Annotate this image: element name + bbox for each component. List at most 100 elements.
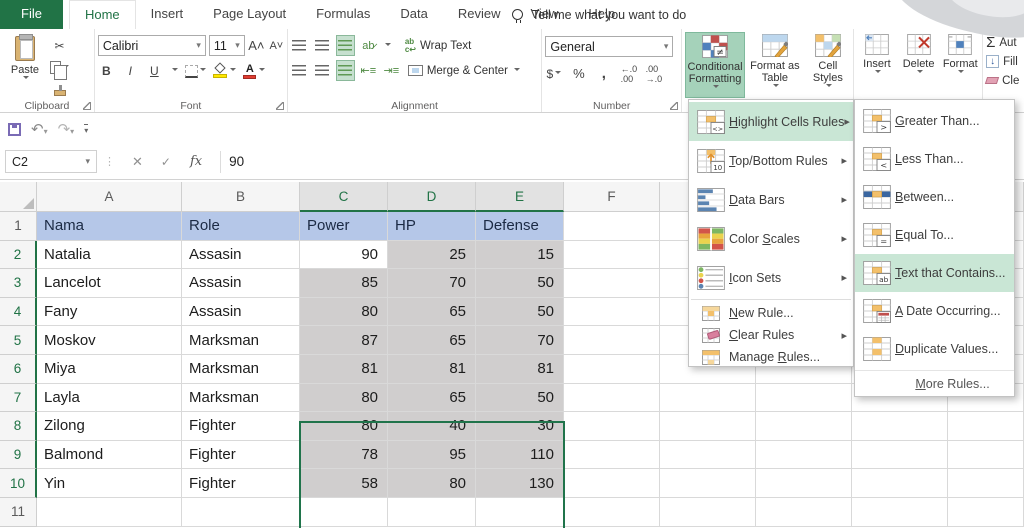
customize-qat-button[interactable]: ▾: [84, 123, 89, 135]
format-painter-button[interactable]: [50, 80, 69, 99]
row-header-4[interactable]: 4: [0, 297, 37, 327]
cell-J9[interactable]: [948, 440, 1024, 470]
row-header-6[interactable]: 6: [0, 354, 37, 384]
menu-item-less-than[interactable]: < Less Than...: [855, 140, 1014, 178]
align-right-button[interactable]: [335, 60, 355, 81]
cell-E2[interactable]: 15: [476, 240, 564, 270]
cell-B8[interactable]: Fighter: [182, 412, 300, 441]
copy-button[interactable]: [50, 58, 69, 80]
cut-button[interactable]: ✂: [50, 36, 69, 55]
col-header-B[interactable]: B: [182, 182, 300, 212]
tell-me-box[interactable]: Tell me what you want to do: [512, 0, 686, 29]
underline-button[interactable]: U: [146, 61, 163, 80]
cell-I9[interactable]: [852, 440, 948, 470]
decrease-decimal-button[interactable]: .00 →.0: [645, 64, 663, 84]
name-box[interactable]: C2 ▾: [5, 150, 97, 173]
format-cells-button[interactable]: Format: [940, 32, 980, 98]
font-name-select[interactable]: Calibri ▾: [97, 35, 206, 56]
number-format-select[interactable]: General ▾: [545, 36, 674, 57]
cell-E11[interactable]: [476, 497, 564, 527]
col-header-E[interactable]: E: [476, 182, 564, 212]
col-header-A[interactable]: A: [37, 182, 182, 212]
menu-item-equal-to[interactable]: = Equal To...: [855, 216, 1014, 254]
cell-D5[interactable]: 65: [388, 326, 476, 355]
cell-A8[interactable]: Zilong: [37, 412, 182, 441]
number-dialog-launcher-icon[interactable]: [670, 102, 679, 110]
undo-button[interactable]: ↶▾: [31, 122, 48, 137]
cell-styles-button[interactable]: Cell Styles: [805, 32, 851, 98]
cell-G8[interactable]: [660, 412, 756, 441]
menu-item-text-that-contains[interactable]: ab Text that Contains...: [855, 254, 1014, 292]
cell-G11[interactable]: [660, 497, 756, 527]
format-as-table-button[interactable]: Format as Table: [747, 32, 803, 98]
decrease-indent-button[interactable]: ⇤≡: [360, 61, 377, 80]
redo-button[interactable]: ↷▾: [58, 122, 75, 137]
cell-A7[interactable]: Layla: [37, 383, 182, 413]
cell-J8[interactable]: [948, 412, 1024, 441]
cell-F4[interactable]: [564, 297, 660, 327]
cell-C2[interactable]: 90: [300, 240, 388, 270]
tab-insert[interactable]: Insert: [136, 0, 199, 29]
merge-center-button[interactable]: Merge & Center: [407, 65, 521, 77]
cell-A3[interactable]: Lancelot: [37, 269, 182, 298]
cell-E10[interactable]: 130: [476, 469, 564, 498]
align-bottom-button[interactable]: [335, 35, 355, 56]
paste-button[interactable]: Paste: [3, 32, 47, 98]
col-header-F[interactable]: F: [564, 182, 660, 212]
percent-style-button[interactable]: %: [570, 64, 587, 83]
italic-button[interactable]: I: [122, 61, 139, 80]
row-header-9[interactable]: 9: [0, 440, 37, 470]
cell-D10[interactable]: 80: [388, 469, 476, 498]
bold-button[interactable]: B: [98, 61, 115, 80]
cell-H7[interactable]: [756, 383, 852, 413]
row-header-3[interactable]: 3: [0, 269, 37, 298]
cell-D2[interactable]: 25: [388, 240, 476, 270]
tab-file[interactable]: File: [0, 0, 63, 29]
cell-C3[interactable]: 85: [300, 269, 388, 298]
cell-D6[interactable]: 81: [388, 354, 476, 384]
grow-font-button[interactable]: A˄: [248, 36, 265, 55]
conditional-formatting-button[interactable]: ≠ Conditional Formatting: [685, 32, 746, 98]
delete-cells-button[interactable]: Delete: [899, 32, 939, 98]
tab-home[interactable]: Home: [68, 0, 136, 29]
cell-F8[interactable]: [564, 412, 660, 441]
col-header-C[interactable]: C: [300, 182, 388, 212]
cell-B10[interactable]: Fighter: [182, 469, 300, 498]
cell-B5[interactable]: Marksman: [182, 326, 300, 355]
fill-color-button[interactable]: [212, 61, 236, 80]
font-color-button[interactable]: A: [242, 61, 265, 80]
cell-J11[interactable]: [948, 497, 1024, 527]
row-header-10[interactable]: 10: [0, 469, 37, 498]
cell-F11[interactable]: [564, 497, 660, 527]
select-all-corner[interactable]: [0, 182, 37, 212]
cell-B4[interactable]: Assasin: [182, 297, 300, 327]
row-header-2[interactable]: 2: [0, 240, 37, 270]
cell-E8[interactable]: 30: [476, 412, 564, 441]
cell-H8[interactable]: [756, 412, 852, 441]
cell-C6[interactable]: 81: [300, 354, 388, 384]
cell-A6[interactable]: Miya: [37, 354, 182, 384]
row-header-5[interactable]: 5: [0, 326, 37, 355]
cell-G10[interactable]: [660, 469, 756, 498]
cell-B3[interactable]: Assasin: [182, 269, 300, 298]
cell-C4[interactable]: 80: [300, 297, 388, 327]
cell-H11[interactable]: [756, 497, 852, 527]
increase-decimal-button[interactable]: ←.0.00: [620, 64, 638, 84]
cell-D3[interactable]: 70: [388, 269, 476, 298]
comma-style-button[interactable]: ,: [595, 64, 612, 83]
cell-D4[interactable]: 65: [388, 297, 476, 327]
cell-B6[interactable]: Marksman: [182, 354, 300, 384]
cell-F3[interactable]: [564, 269, 660, 298]
fill-button[interactable]: ↓ Fill: [986, 52, 1022, 71]
menu-item-a-date-occurring[interactable]: A Date Occurring...: [855, 292, 1014, 330]
font-dialog-launcher-icon[interactable]: [275, 102, 284, 110]
align-left-button[interactable]: [291, 61, 308, 80]
tab-review[interactable]: Review: [443, 0, 516, 29]
cell-B1[interactable]: Role: [182, 212, 300, 241]
row-header-1[interactable]: 1: [0, 212, 37, 241]
cell-G7[interactable]: [660, 383, 756, 413]
menu-item-icon-sets[interactable]: Icon Sets ▸: [689, 258, 853, 297]
align-middle-button[interactable]: [314, 36, 331, 55]
menu-item-top-bottom-rules[interactable]: 10 Top/Bottom Rules ▸: [689, 141, 853, 180]
orientation-button[interactable]: ab̷: [360, 36, 377, 55]
